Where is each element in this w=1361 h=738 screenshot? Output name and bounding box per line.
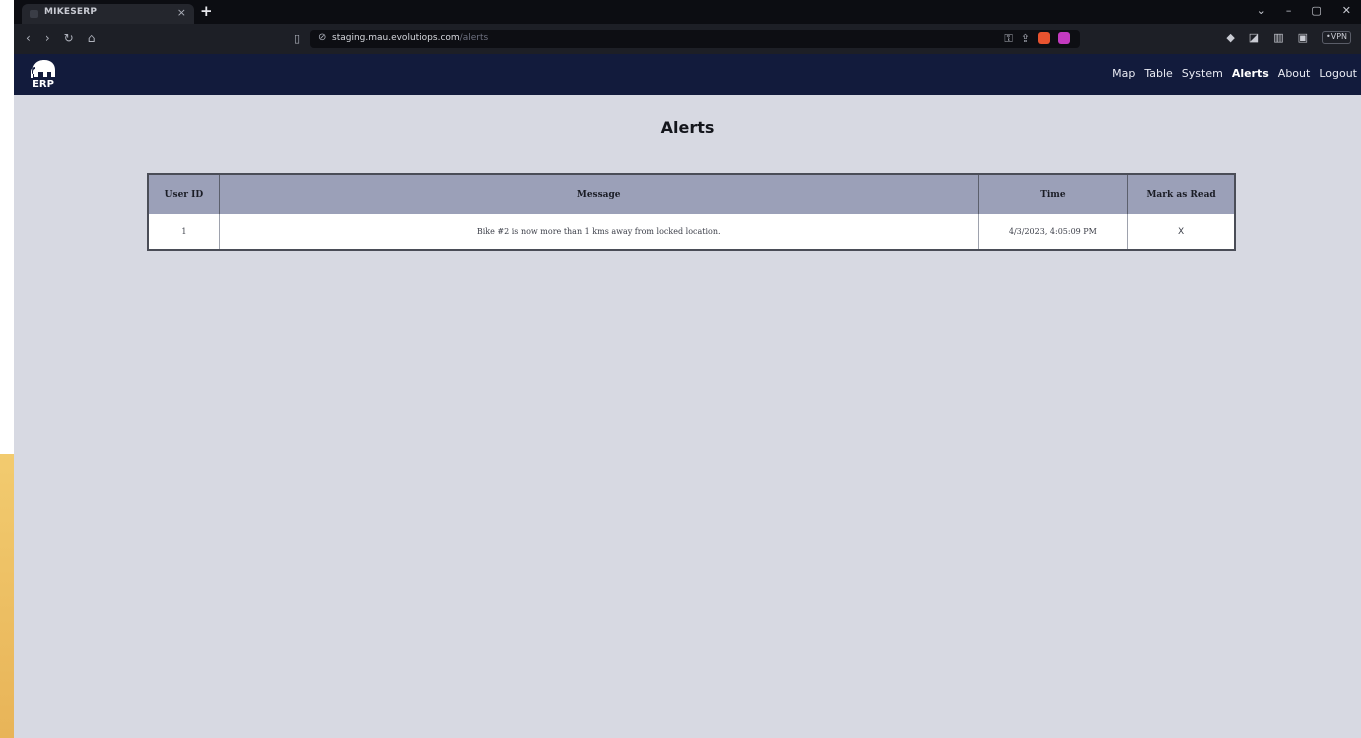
browser-tab[interactable]: MIKESERP × bbox=[22, 4, 194, 24]
nav-logout[interactable]: Logout bbox=[1319, 67, 1357, 80]
url-path: /alerts bbox=[459, 33, 489, 43]
address-bar[interactable]: ⊘ staging.mau.evolutiops.com/alerts ⚿ ⇪ bbox=[310, 30, 1080, 48]
cell-user-id: 1 bbox=[149, 214, 220, 249]
close-window-icon[interactable]: ✕ bbox=[1342, 4, 1351, 17]
new-tab-button[interactable]: + bbox=[200, 2, 213, 20]
navigation-buttons: ‹ › ↻ ⌂ bbox=[26, 31, 95, 45]
nav-table[interactable]: Table bbox=[1144, 67, 1172, 80]
header-time: Time bbox=[978, 175, 1129, 214]
nav-alerts[interactable]: Alerts bbox=[1232, 67, 1269, 80]
wallet-icon[interactable]: ▣ bbox=[1298, 31, 1308, 44]
maximize-icon[interactable]: ▢ bbox=[1311, 4, 1321, 17]
header-mark-as-read: Mark as Read bbox=[1127, 175, 1234, 214]
sidebar-icon[interactable]: ▥ bbox=[1273, 31, 1283, 44]
browser-toolbar: ‹ › ↻ ⌂ ▯ ⊘ staging.mau.evolutiops.com/a… bbox=[14, 24, 1361, 54]
browser-window: MIKESERP × + ⌄ – ▢ ✕ ‹ › ↻ ⌂ ▯ ⊘ staging… bbox=[14, 0, 1361, 738]
logo-label: ERP bbox=[32, 79, 54, 90]
brave-shield-icon[interactable] bbox=[1038, 32, 1050, 44]
url-text[interactable]: staging.mau.evolutiops.com/alerts bbox=[332, 33, 488, 43]
cell-mark-as-read: X bbox=[1128, 214, 1234, 249]
vpn-button[interactable]: •VPN bbox=[1322, 31, 1351, 44]
brave-rewards-icon[interactable] bbox=[1058, 32, 1070, 44]
bookmark-icon[interactable]: ▯ bbox=[294, 32, 300, 45]
tab-strip: MIKESERP × + ⌄ – ▢ ✕ bbox=[14, 0, 1361, 24]
elephant-icon bbox=[31, 60, 55, 78]
header-message: Message bbox=[219, 175, 979, 214]
cell-time: 4/3/2023, 4:05:09 PM bbox=[978, 214, 1129, 249]
url-host: staging.mau.evolutiops.com bbox=[332, 33, 460, 43]
home-icon[interactable]: ⌂ bbox=[88, 31, 96, 45]
extension-icon[interactable]: ◆ bbox=[1226, 31, 1234, 44]
tab-search-icon[interactable]: ⌄ bbox=[1257, 4, 1266, 17]
nav-system[interactable]: System bbox=[1182, 67, 1223, 80]
erp-logo[interactable]: ERP bbox=[28, 57, 58, 91]
app-navbar: ERP Map Table System Alerts About Logout bbox=[14, 54, 1361, 95]
alerts-table: User ID Message Time Mark as Read 1 Bike… bbox=[147, 173, 1236, 251]
address-bar-icons: ⚿ ⇪ bbox=[1004, 32, 1070, 46]
reload-icon[interactable]: ↻ bbox=[64, 31, 74, 45]
forward-icon[interactable]: › bbox=[45, 31, 50, 45]
back-icon[interactable]: ‹ bbox=[26, 31, 31, 45]
desktop-background bbox=[0, 454, 14, 738]
share-icon[interactable]: ⇪ bbox=[1021, 32, 1030, 46]
lock-icon[interactable]: ⊘ bbox=[318, 32, 326, 43]
minimize-icon[interactable]: – bbox=[1286, 4, 1292, 17]
mark-as-read-button[interactable]: X bbox=[1178, 227, 1184, 237]
tab-title: MIKESERP bbox=[44, 7, 98, 17]
main-nav: Map Table System Alerts About Logout bbox=[1112, 67, 1357, 80]
page-title: Alerts bbox=[660, 118, 715, 137]
nav-map[interactable]: Map bbox=[1112, 67, 1135, 80]
favicon-icon bbox=[30, 10, 38, 18]
header-user-id: User ID bbox=[149, 175, 220, 214]
table-row: 1 Bike #2 is now more than 1 kms away fr… bbox=[149, 214, 1234, 249]
desktop-background bbox=[0, 0, 14, 454]
table-header-row: User ID Message Time Mark as Read bbox=[149, 175, 1234, 214]
extension-icon[interactable]: ◪ bbox=[1249, 31, 1259, 44]
window-controls: ⌄ – ▢ ✕ bbox=[1257, 4, 1351, 17]
nav-about[interactable]: About bbox=[1278, 67, 1311, 80]
close-tab-icon[interactable]: × bbox=[177, 6, 186, 19]
cell-message: Bike #2 is now more than 1 kms away from… bbox=[219, 214, 979, 249]
extension-icons: ◆ ◪ ▥ ▣ •VPN bbox=[1226, 31, 1351, 44]
key-icon[interactable]: ⚿ bbox=[1004, 32, 1012, 46]
